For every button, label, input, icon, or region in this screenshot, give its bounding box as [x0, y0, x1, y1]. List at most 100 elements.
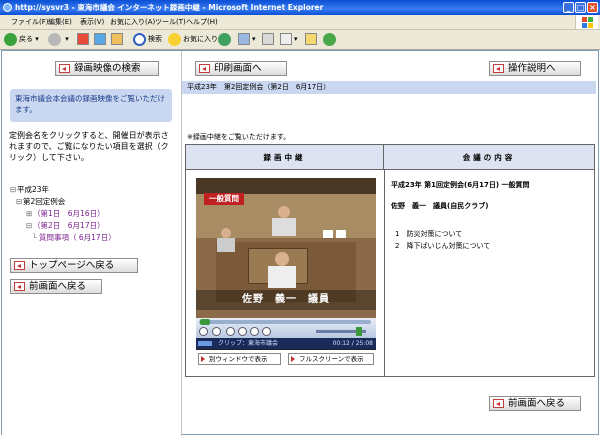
ie-icon: [3, 3, 12, 12]
recording-table: 録画中継 会議の内容 一般質問 佐野 義一 議員 クリップ：東海市議会 00:1…: [185, 144, 595, 377]
tree-year[interactable]: ⊟平成23年: [10, 184, 49, 195]
menu-view[interactable]: 表示(V): [80, 17, 104, 27]
rewind-icon[interactable]: [226, 327, 235, 336]
menu-file[interactable]: ファイル(F): [11, 17, 49, 27]
official-body: [272, 218, 296, 236]
video-nameplate: 佐野 義一 議員: [196, 290, 376, 310]
messenger-button[interactable]: [323, 32, 338, 47]
time-label: 00:12 / 25:08: [332, 340, 373, 347]
folder-button[interactable]: [305, 32, 319, 47]
windows-logo-icon: [575, 15, 598, 29]
back-arrow-icon: [4, 32, 17, 46]
history-button[interactable]: [218, 32, 233, 47]
search-icon: [133, 32, 146, 46]
tree-session[interactable]: ⊟第2回定例会: [16, 196, 65, 207]
close-button[interactable]: ×: [587, 2, 598, 13]
arrow-icon: [201, 356, 205, 362]
collapse-icon[interactable]: ⊟: [16, 197, 23, 206]
menu-help[interactable]: ヘルプ(H): [186, 17, 218, 27]
print-toolbar-button[interactable]: [262, 32, 276, 47]
stop-button[interactable]: [77, 32, 91, 47]
player-status-bar: クリップ：東海市議会 00:12 / 25:08: [196, 338, 376, 349]
browser-content: 録画映像の検索 東海市議会本会議の録画映像をご覧いただけます。 定例会名をクリッ…: [1, 50, 599, 436]
speaker-body: [268, 266, 296, 288]
forward-button[interactable]: ▾: [48, 32, 69, 47]
messenger-icon: [323, 32, 336, 46]
volume-icon[interactable]: [262, 327, 271, 336]
instructions-button[interactable]: 操作説明へ: [489, 61, 581, 76]
official-head: [278, 206, 290, 218]
top-page-button[interactable]: トップページへ戻る: [10, 258, 138, 273]
refresh-button[interactable]: [94, 32, 108, 47]
new-window-button[interactable]: 別ウィンドウで表示: [198, 353, 281, 365]
menu-favorites[interactable]: お気に入り(A): [110, 17, 155, 27]
arrow-icon: [14, 282, 25, 291]
window-title-bar[interactable]: http://sysvr3 - 東海市議会 インターネット録画中継 - Micr…: [0, 0, 600, 15]
print-view-button[interactable]: 印刷画面へ: [195, 61, 287, 76]
play-icon[interactable]: [199, 327, 208, 336]
meeting-title: 平成23年 第1回定例会(6月17日) 一般質問: [391, 181, 530, 189]
back-page-button-left[interactable]: 前画面へ戻る: [10, 279, 102, 294]
player-controls: [196, 318, 376, 338]
back-button[interactable]: 戻る ▾: [4, 32, 39, 47]
search-recordings-button[interactable]: 録画映像の検索: [55, 61, 159, 76]
window-title: http://sysvr3 - 東海市議会 インターネット録画中継 - Micr…: [15, 3, 324, 12]
refresh-icon: [94, 33, 106, 45]
volume-handle[interactable]: [356, 327, 362, 336]
minimize-button[interactable]: _: [563, 2, 574, 13]
video-frame[interactable]: 一般質問 佐野 義一 議員: [196, 178, 376, 318]
intro-text: 東海市議会本会議の録画映像をご覧いただけます。: [10, 89, 172, 122]
home-icon: [111, 33, 123, 45]
fullscreen-button[interactable]: フルスクリーンで表示: [288, 353, 374, 365]
menu-tools[interactable]: ツール(T): [155, 17, 186, 27]
arrow-icon: [14, 261, 25, 270]
speaker-name: 佐野 義一 議員(自民クラブ): [391, 202, 489, 210]
tree-branch-icon: └: [32, 233, 37, 242]
signal-icon: [198, 341, 212, 346]
video-wall-top: [196, 178, 376, 194]
mail-button[interactable]: ▾: [238, 32, 256, 47]
left-pane: 録画映像の検索 東海市議会本会議の録画映像をご覧いただけます。 定例会名をクリッ…: [2, 51, 182, 436]
tree-day1[interactable]: ⊞（第1日 6月16日）: [26, 208, 105, 219]
right-pane: 印刷画面へ 操作説明へ 平成23年 第2回定例会（第2日 6月17日） ※録画中…: [182, 51, 598, 436]
forward-arrow-icon: [48, 32, 61, 46]
home-button[interactable]: [111, 32, 125, 47]
tree-item-question[interactable]: └ 質問事項（ 6月17日）: [32, 232, 116, 243]
flag-icon: [336, 230, 346, 238]
note-text: ※録画中継をご覧いただけます。: [187, 133, 291, 141]
column-divider: [384, 170, 385, 376]
search-button[interactable]: 検索: [133, 32, 162, 47]
clip-label: クリップ：東海市議会: [218, 340, 279, 347]
official-head: [221, 228, 231, 238]
collapse-icon[interactable]: ⊟: [10, 185, 17, 194]
expand-icon[interactable]: ⊞: [26, 209, 33, 218]
seek-handle[interactable]: [200, 319, 210, 325]
collapse-icon[interactable]: ⊟: [26, 221, 33, 230]
stop-icon: [77, 33, 89, 45]
stop-playback-icon[interactable]: [212, 327, 221, 336]
tree-day2[interactable]: ⊟（第2日 6月17日）: [26, 220, 105, 231]
maximize-button[interactable]: □: [575, 2, 586, 13]
video-player[interactable]: 一般質問 佐野 義一 議員 クリップ：東海市議会 00:12 / 25:08 別…: [196, 178, 376, 368]
video-caption: 一般質問: [204, 193, 244, 205]
session-label: 平成23年 第2回定例会（第2日 6月17日）: [182, 81, 596, 94]
next-icon[interactable]: [250, 327, 259, 336]
mail-icon: [238, 33, 250, 45]
header-contents: 会議の内容: [384, 145, 594, 170]
arrow-icon: [493, 399, 504, 408]
player-display-options: 別ウィンドウで表示 フルスクリーンで表示: [196, 350, 376, 368]
arrow-icon: [291, 356, 295, 362]
printer-icon: [262, 33, 274, 45]
edit-toolbar-button[interactable]: ▾: [280, 32, 298, 47]
menu-bar: ファイル(F) 編集(E) 表示(V) お気に入り(A) ツール(T) ヘルプ(…: [0, 15, 600, 30]
fast-forward-icon[interactable]: [238, 327, 247, 336]
header-recording: 録画中継: [186, 145, 384, 170]
seek-bar[interactable]: [199, 320, 371, 324]
official-body: [217, 238, 235, 252]
instruction-text: 定例会名をクリックすると、開催日が表示されますので、ご覧になりたい項目を選択（ク…: [9, 131, 169, 162]
flag-icon: [323, 230, 333, 238]
topic-item: 2 降下ばいじん対策について: [395, 242, 491, 250]
menu-edit[interactable]: 編集(E): [48, 17, 72, 27]
back-page-button-right[interactable]: 前画面へ戻る: [489, 396, 581, 411]
favorites-button[interactable]: お気に入り: [168, 32, 218, 47]
